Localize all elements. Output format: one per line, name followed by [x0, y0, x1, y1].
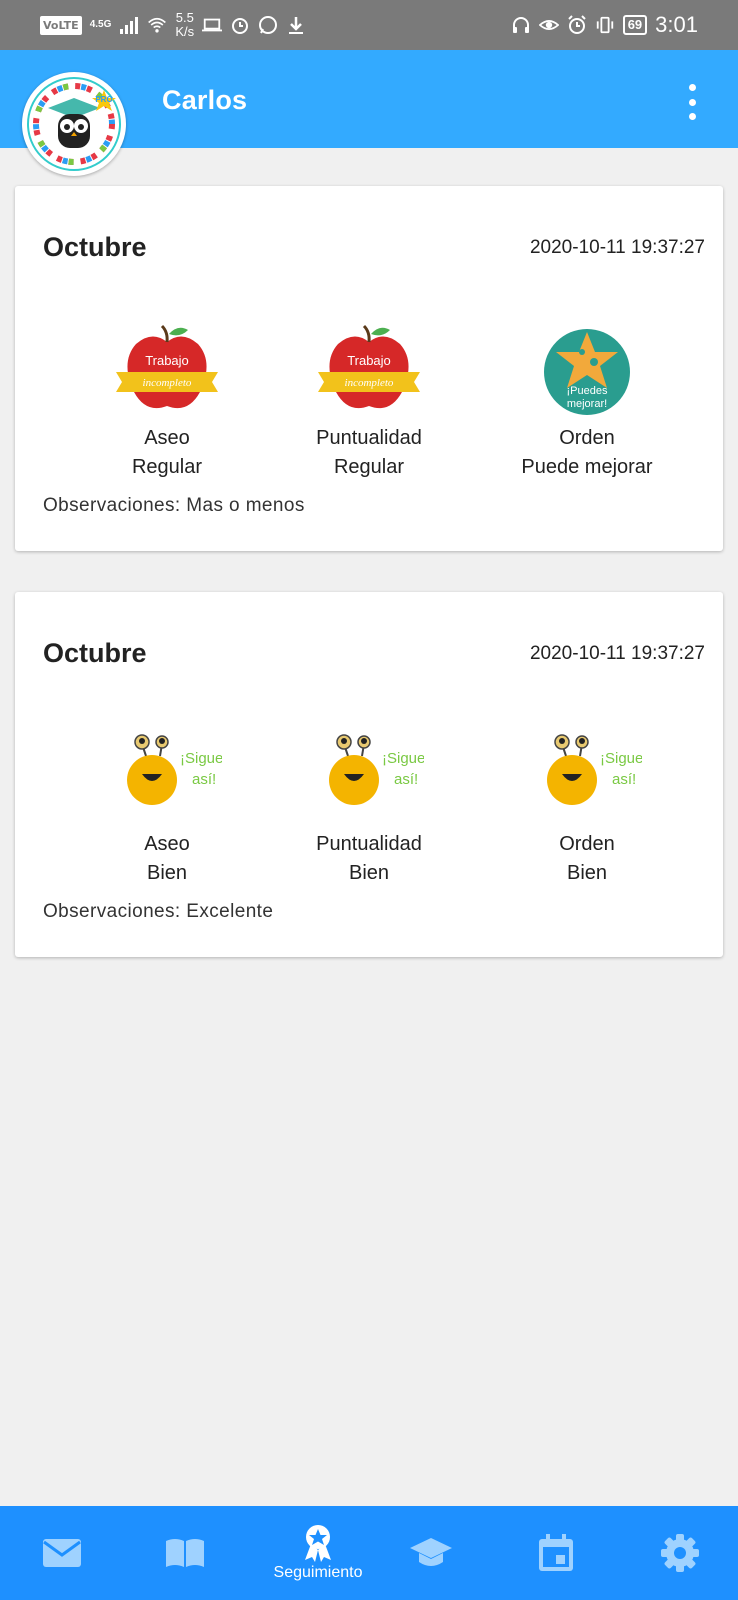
whatsapp-icon [259, 16, 278, 34]
evaluation-card[interactable]: Octubre 2020-10-11 19:37:27 Trabajo inco… [15, 186, 723, 551]
item-category: Orden [559, 833, 615, 855]
apple-badge-icon: Trabajo incompleto [116, 324, 218, 409]
mail-icon [43, 1539, 81, 1567]
graduation-cap-icon [410, 1538, 452, 1566]
nav-item-books[interactable] [135, 1506, 235, 1600]
item-category: Orden [559, 427, 615, 449]
item-rating: Regular [131, 456, 203, 478]
evaluation-item: ¡Sigue así! Puntualidad Bien [269, 728, 469, 888]
item-rating: Puede mejorar [521, 456, 653, 478]
vibrate-icon [596, 16, 613, 34]
gear-icon [661, 1534, 699, 1572]
badge-text-top: Trabajo [347, 353, 391, 368]
evaluation-item: ¡Puedes mejorar! Orden Puede mejorar [487, 322, 687, 482]
alarm-small-icon [232, 18, 249, 34]
volte-indicator: VoLTE [40, 15, 82, 35]
laptop-icon [202, 18, 223, 32]
observations-text: Observaciones: Excelente [43, 901, 274, 922]
item-rating: Bien [348, 862, 390, 884]
owl-logo-icon: PRO [27, 77, 121, 171]
signal-icon [120, 17, 139, 34]
item-rating: Regular [333, 456, 405, 478]
alarm-icon [567, 15, 586, 34]
card-datetime: 2020-10-11 19:37:27 [529, 237, 705, 258]
badge-text-top: ¡Sigue [382, 750, 424, 767]
overflow-menu-button[interactable] [682, 84, 702, 120]
bottom-navigation: Seguimiento [0, 1506, 738, 1600]
menu-dot [688, 84, 696, 91]
download-icon [289, 17, 304, 34]
battery-indicator: 69 [622, 15, 648, 35]
logo-badge-text: PRO [95, 95, 112, 104]
nav-item-seguimiento[interactable]: Seguimiento [258, 1506, 378, 1600]
book-icon [166, 1539, 204, 1567]
badge-text-top: ¡Sigue [180, 750, 222, 767]
page-title: Carlos [162, 85, 248, 115]
nav-label-seguimiento: Seguimiento [273, 1564, 363, 1581]
menu-dot [688, 98, 696, 106]
badge-text-bottom: mejorar! [567, 398, 607, 410]
apple-badge-icon: Trabajo incompleto [318, 324, 420, 409]
item-rating: Bien [146, 862, 188, 884]
evaluation-item: Trabajo incompleto Aseo Regular [67, 322, 267, 482]
badge-text-bottom: así! [192, 771, 216, 788]
headphones-icon [512, 17, 529, 33]
card-datetime: 2020-10-11 19:37:27 [529, 643, 705, 664]
award-icon [305, 1525, 331, 1562]
status-bar: VoLTE 4.5G 5.5 K/s 69 3:01 [0, 0, 738, 50]
eye-icon [538, 20, 559, 30]
item-category: Puntualidad [316, 833, 422, 855]
network-speed: 5.5 K/s [175, 11, 194, 39]
status-time: 3:01 [655, 12, 698, 37]
monster-badge-icon: ¡Sigue así! [127, 734, 222, 805]
observations-text: Observaciones: Mas o menos [43, 495, 305, 516]
star-badge-icon: ¡Puedes mejorar! [544, 329, 630, 415]
badge-text-bottom: así! [394, 771, 418, 788]
evaluation-item: Trabajo incompleto Puntualidad Regular [269, 322, 469, 482]
badge-text-top: Trabajo [145, 353, 189, 368]
item-category: Aseo [144, 427, 190, 449]
evaluation-item: ¡Sigue así! Orden Bien [487, 728, 687, 888]
status-right: 69 3:01 [511, 8, 698, 42]
badge-text-top: ¡Sigue [600, 750, 642, 767]
status-left: VoLTE 4.5G 5.5 K/s [40, 8, 306, 42]
wifi-icon [148, 17, 167, 33]
menu-dot [688, 113, 696, 120]
item-category: Puntualidad [316, 427, 422, 449]
calendar-icon [539, 1534, 573, 1571]
evaluation-item: ¡Sigue así! Aseo Bien [67, 728, 267, 888]
badge-text-bottom: así! [612, 771, 636, 788]
item-rating: Bien [566, 862, 608, 884]
badge-text-top: ¡Puedes [567, 385, 608, 397]
monster-badge-icon: ¡Sigue así! [547, 734, 642, 805]
network-type: 4.5G [89, 19, 112, 30]
badge-text-bottom: incompleto [345, 377, 394, 389]
badge-text-bottom: incompleto [143, 377, 192, 389]
item-category: Aseo [144, 833, 190, 855]
speed-unit: K/s [175, 24, 195, 39]
app-logo[interactable]: PRO [22, 72, 126, 176]
evaluation-card[interactable]: Octubre 2020-10-11 19:37:27 ¡Sigue así! … [15, 592, 723, 957]
nav-item-calendar[interactable] [506, 1506, 606, 1600]
card-month: Octubre [43, 232, 147, 262]
nav-item-courses[interactable] [381, 1506, 481, 1600]
speed-value: 5.5 [175, 10, 194, 25]
nav-item-settings[interactable] [630, 1506, 730, 1600]
monster-badge-icon: ¡Sigue así! [329, 734, 424, 805]
card-month: Octubre [43, 638, 147, 668]
nav-item-messages[interactable] [12, 1506, 112, 1600]
